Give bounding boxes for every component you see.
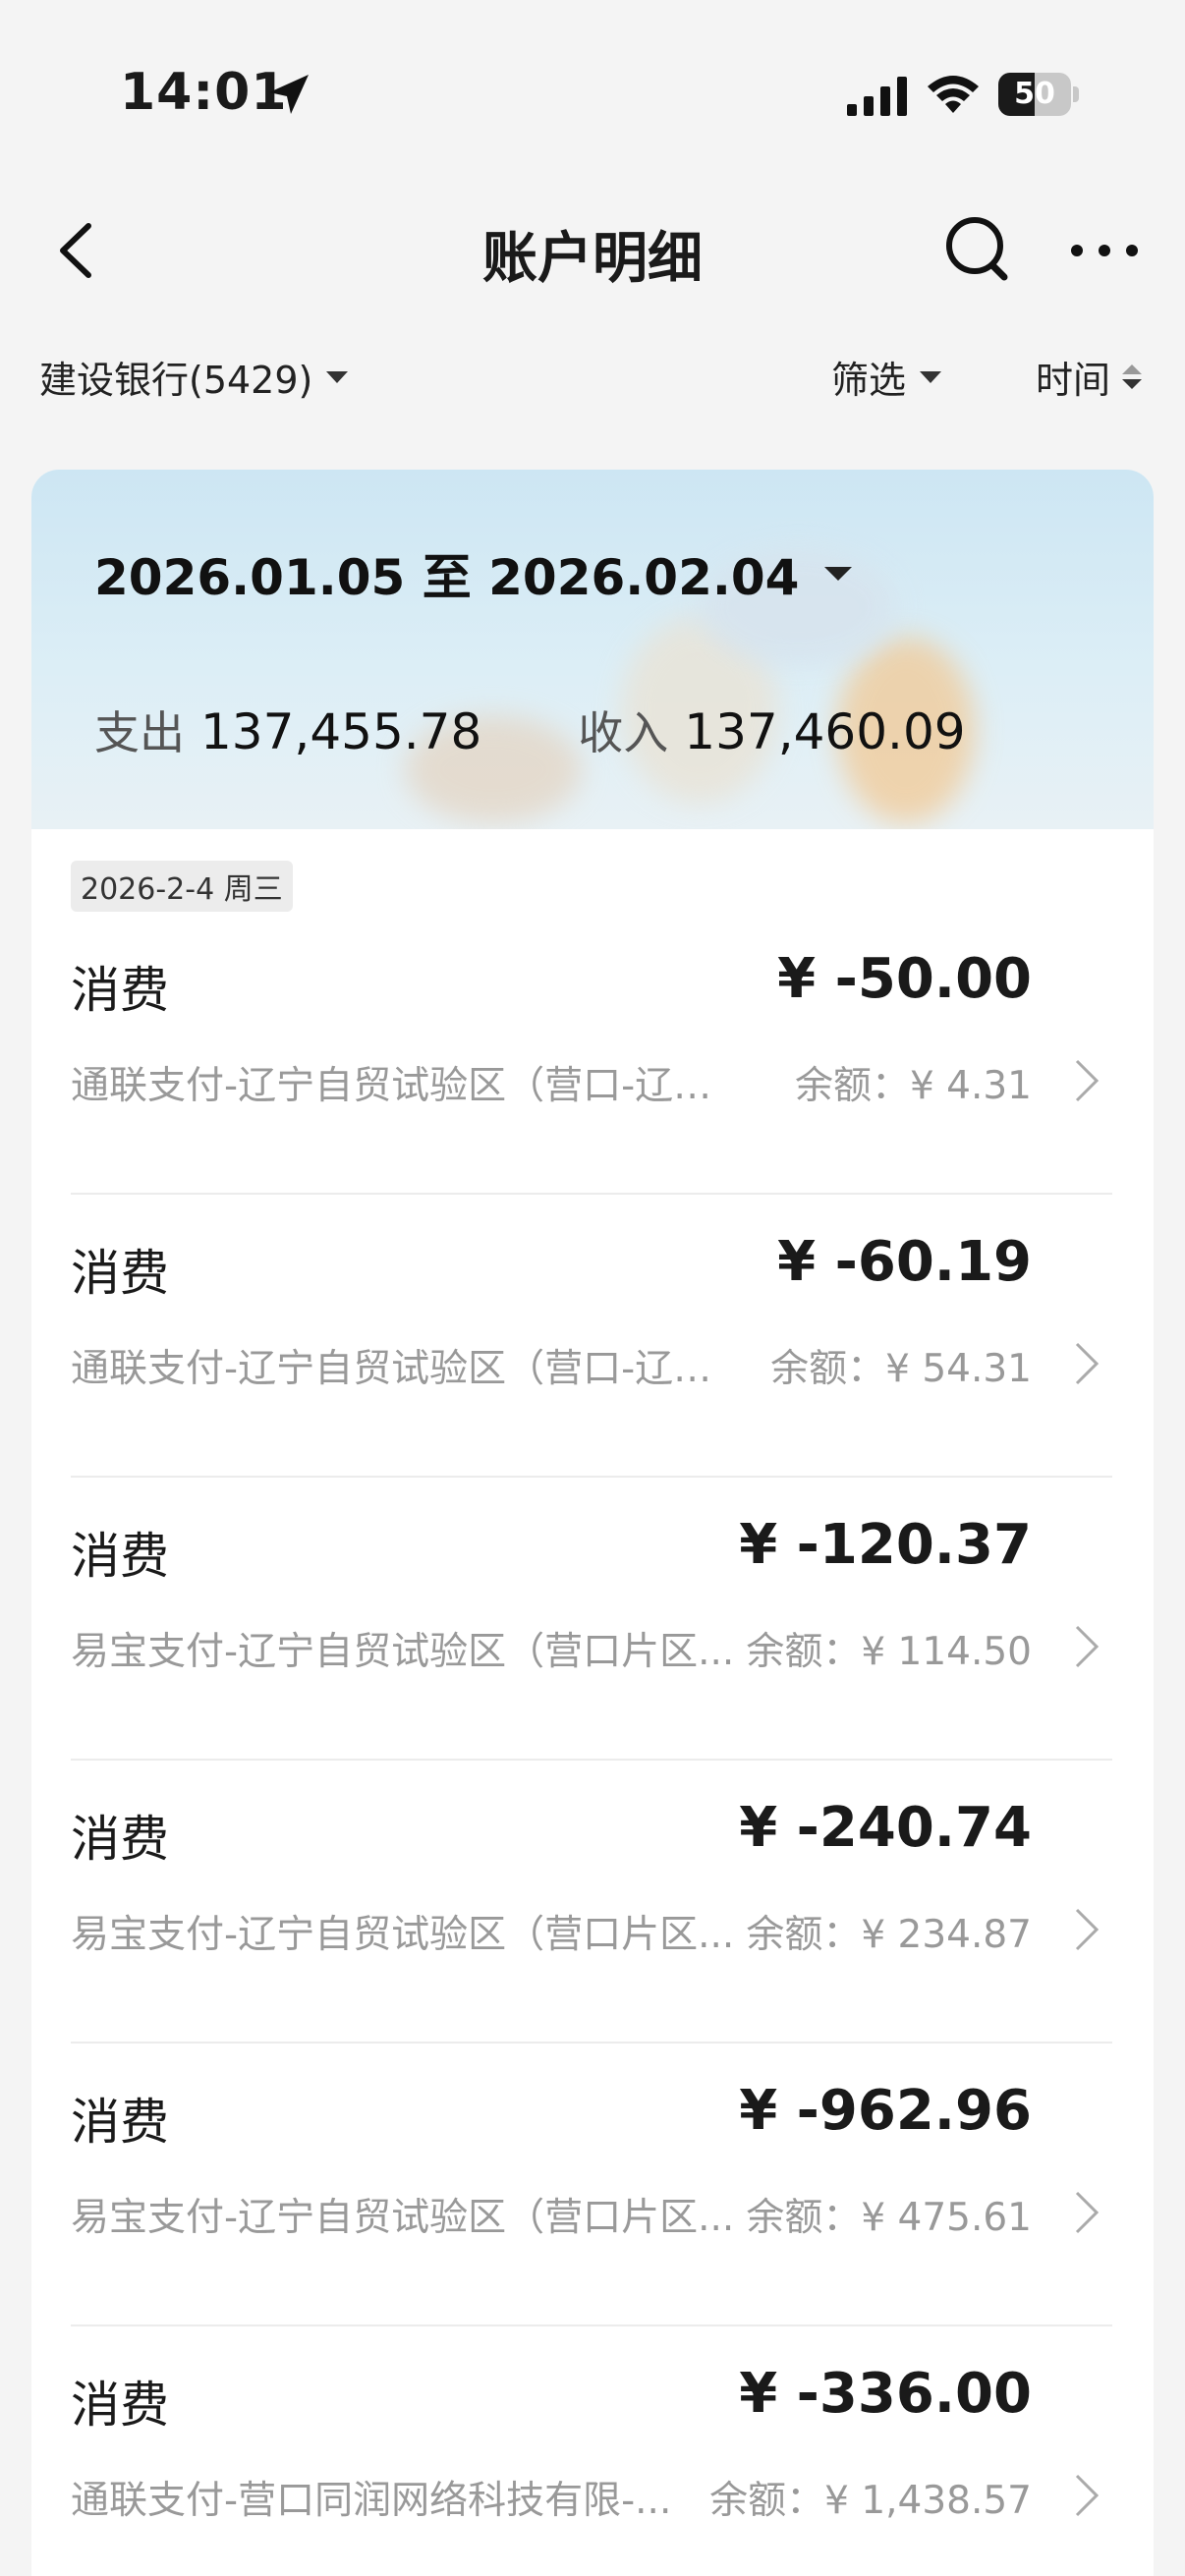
income-label: 收入 xyxy=(578,706,669,759)
transaction-row[interactable]: 消费 ¥ -336.00 通联支付-营口同润网络科技有限-... 余额：¥ 1,… xyxy=(71,2326,1112,2576)
status-time: 14:01 xyxy=(120,63,288,122)
sort-arrows-icon xyxy=(1122,364,1143,389)
income-value: 137,460.09 xyxy=(684,703,966,760)
transaction-amount: ¥ -336.00 xyxy=(739,2362,1032,2426)
expense-value: 137,455.78 xyxy=(200,703,482,760)
transaction-type: 消费 xyxy=(71,1245,169,1302)
signal-icon xyxy=(847,77,907,116)
income-total: 收入 137,460.09 xyxy=(578,698,965,762)
chevron-right-icon xyxy=(1075,2191,1100,2234)
filter-label: 筛选 xyxy=(831,359,907,402)
time-sort-button[interactable]: 时间 xyxy=(1036,350,1143,404)
battery-level: 50 xyxy=(1014,77,1055,111)
summary-totals: 支出 137,455.78 收入 137,460.09 xyxy=(94,698,1154,762)
chevron-right-icon xyxy=(1075,2474,1100,2517)
transaction-amount: ¥ -50.00 xyxy=(777,947,1032,1011)
battery-body: 50 xyxy=(998,73,1071,116)
caret-down-icon xyxy=(326,370,349,383)
transaction-merchant: 易宝支付-辽宁自贸试验区（营口片区... xyxy=(71,1913,735,1957)
search-icon[interactable] xyxy=(941,212,1016,287)
sort-label: 时间 xyxy=(1036,359,1111,402)
chevron-right-icon xyxy=(1075,1625,1100,1668)
chevron-right-icon xyxy=(1075,1059,1100,1102)
filter-row: 建设银行(5429) 筛选 时间 xyxy=(0,342,1185,411)
account-label: 建设银行(5429) xyxy=(39,359,313,402)
summary-banner: 2026.01.05 至 2026.02.04 支出 137,455.78 收入… xyxy=(31,470,1154,829)
transaction-amount: ¥ -962.96 xyxy=(739,2079,1032,2143)
wifi-icon xyxy=(928,76,979,113)
transaction-merchant: 易宝支付-辽宁自贸试验区（营口片区... xyxy=(71,2196,735,2240)
transaction-balance: 余额：¥ 4.31 xyxy=(794,1064,1032,1108)
transaction-row[interactable]: 消费 ¥ -962.96 易宝支付-辽宁自贸试验区（营口片区... 余额：¥ 4… xyxy=(71,2044,1112,2326)
nav-bar: 账户明细 xyxy=(0,187,1185,314)
status-bar: 14:01 50 xyxy=(0,0,1185,177)
transaction-type: 消费 xyxy=(71,2094,169,2151)
transaction-merchant: 易宝支付-辽宁自贸试验区（营口片区... xyxy=(71,1630,735,1674)
transaction-balance: 余额：¥ 1,438.57 xyxy=(709,2479,1032,2523)
expense-total: 支出 137,455.78 xyxy=(94,698,481,762)
transaction-balance: 余额：¥ 114.50 xyxy=(746,1630,1032,1674)
transaction-row[interactable]: 消费 ¥ -60.19 通联支付-辽宁自贸试验区（营口-辽宁... 余额：¥ 5… xyxy=(71,1195,1112,1478)
transaction-amount: ¥ -60.19 xyxy=(777,1230,1032,1294)
chevron-right-icon xyxy=(1075,1342,1100,1385)
battery-nub xyxy=(1073,86,1079,102)
location-arrow-icon xyxy=(269,75,309,114)
account-selector[interactable]: 建设银行(5429) xyxy=(39,350,349,404)
transaction-type: 消费 xyxy=(71,1811,169,1868)
more-icon[interactable] xyxy=(1065,226,1144,275)
transaction-type: 消费 xyxy=(71,962,169,1019)
day-header: 2026-2-4 周三 xyxy=(71,861,293,912)
filter-button[interactable]: 筛选 xyxy=(831,350,942,404)
chevron-right-icon xyxy=(1075,1908,1100,1951)
date-range-label: 2026.01.05 至 2026.02.04 xyxy=(94,549,800,606)
transaction-balance: 余额：¥ 54.31 xyxy=(770,1347,1032,1391)
date-range-selector[interactable]: 2026.01.05 至 2026.02.04 xyxy=(94,538,853,609)
transaction-balance: 余额：¥ 234.87 xyxy=(746,1913,1032,1957)
transaction-row[interactable]: 消费 ¥ -120.37 易宝支付-辽宁自贸试验区（营口片区... 余额：¥ 1… xyxy=(71,1478,1112,1761)
sort-down-icon xyxy=(1122,379,1143,389)
expense-label: 支出 xyxy=(94,706,185,759)
battery-icon: 50 xyxy=(998,73,1079,116)
transaction-balance: 余额：¥ 475.61 xyxy=(746,2196,1032,2240)
transaction-type: 消费 xyxy=(71,2377,169,2434)
transaction-type: 消费 xyxy=(71,1528,169,1585)
transaction-amount: ¥ -240.74 xyxy=(739,1796,1032,1860)
transaction-amount: ¥ -120.37 xyxy=(739,1513,1032,1577)
transaction-merchant: 通联支付-辽宁自贸试验区（营口-辽宁... xyxy=(71,1347,735,1391)
sort-up-icon xyxy=(1122,364,1143,374)
transaction-merchant: 通联支付-营口同润网络科技有限-... xyxy=(71,2479,672,2523)
transactions-card: 2026.01.05 至 2026.02.04 支出 137,455.78 收入… xyxy=(31,470,1154,2576)
transaction-row[interactable]: 消费 ¥ -50.00 通联支付-辽宁自贸试验区（营口-辽宁... 余额：¥ 4… xyxy=(71,912,1112,1195)
transaction-row[interactable]: 消费 ¥ -240.74 易宝支付-辽宁自贸试验区（营口片区... 余额：¥ 2… xyxy=(71,1761,1112,2044)
caret-down-icon xyxy=(824,567,853,581)
transaction-merchant: 通联支付-辽宁自贸试验区（营口-辽宁... xyxy=(71,1064,735,1108)
caret-down-icon xyxy=(920,370,942,383)
account-details-page: 14:01 50 账户明细 建设银行(5429) 筛选 时间 2026.01.0… xyxy=(0,0,1185,2576)
